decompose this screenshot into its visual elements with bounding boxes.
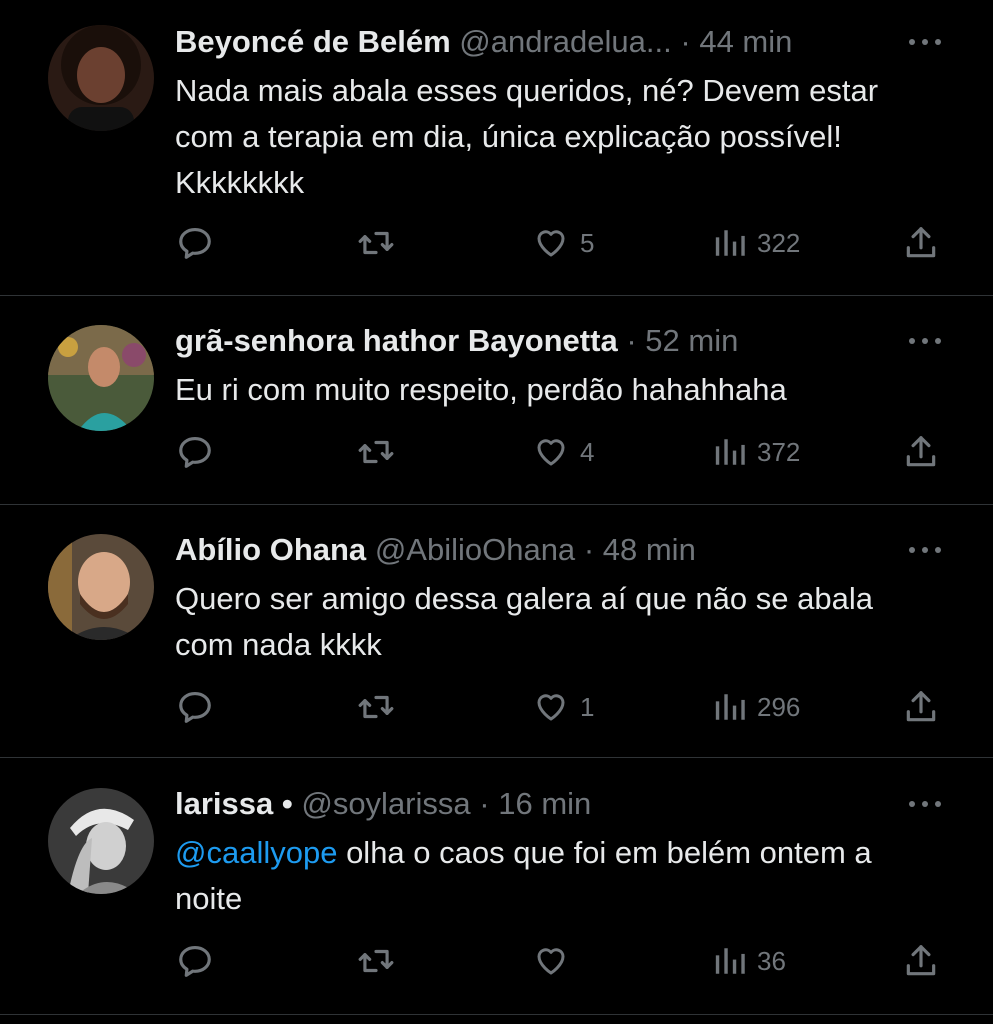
separator-dot: · [583, 532, 595, 567]
share-icon [902, 688, 940, 726]
action-bar: 5 322 [0, 218, 993, 268]
tweet-text: @caallyope olha o caos que foi em belém … [175, 830, 935, 922]
heart-icon [532, 689, 570, 725]
timestamp[interactable]: 44 min [699, 24, 792, 59]
reply-button[interactable] [176, 682, 214, 732]
share-button[interactable] [902, 218, 940, 268]
retweet-button[interactable] [356, 682, 396, 732]
like-button[interactable] [532, 936, 580, 986]
display-name[interactable]: Abílio Ohana [175, 532, 366, 567]
display-name[interactable]: Beyoncé de Belém [175, 24, 451, 59]
share-button[interactable] [902, 682, 940, 732]
more-icon [908, 546, 942, 554]
user-handle[interactable]: @AbilioOhana [375, 532, 575, 567]
avatar[interactable] [48, 788, 154, 894]
views-icon [713, 689, 747, 725]
more-button[interactable] [907, 22, 943, 62]
heart-icon [532, 943, 570, 979]
action-bar: 4 372 [0, 427, 993, 477]
tweet-header: Abílio Ohana @AbilioOhana · 48 min [175, 530, 696, 570]
retweet-button[interactable] [356, 427, 396, 477]
views-icon [713, 225, 747, 261]
more-button[interactable] [907, 784, 943, 824]
separator-dot: · [479, 786, 490, 821]
tweet-3[interactable]: Abílio Ohana @AbilioOhana · 48 min Quero… [0, 530, 993, 740]
tweet-2[interactable]: grã-senhora hathor Bayonetta · 52 min Eu… [0, 321, 993, 481]
retweet-button[interactable] [356, 218, 396, 268]
heart-icon [532, 225, 570, 261]
more-button[interactable] [907, 321, 943, 361]
tweet-1[interactable]: Beyoncé de Belém @andradelua... · 44 min… [0, 22, 993, 292]
views-count: 322 [757, 227, 801, 258]
views-button[interactable]: 36 [713, 936, 786, 986]
tweet-header: Beyoncé de Belém @andradelua... · 44 min [175, 22, 792, 62]
more-button[interactable] [907, 530, 943, 570]
like-button[interactable]: 1 [532, 682, 594, 732]
divider [0, 1014, 993, 1015]
separator-dot: · [680, 24, 691, 59]
reply-icon [176, 688, 214, 726]
more-icon [908, 337, 942, 345]
reply-icon [176, 942, 214, 980]
reply-icon [176, 433, 214, 471]
separator-dot: · [626, 323, 637, 358]
action-bar: 36 [0, 936, 993, 986]
user-handle[interactable]: @andradelua... [459, 24, 671, 59]
timestamp[interactable]: 48 min [603, 532, 696, 567]
retweet-icon [356, 433, 396, 471]
avatar[interactable] [48, 534, 154, 640]
share-icon [902, 224, 940, 262]
more-icon [908, 800, 942, 808]
reply-icon [176, 224, 214, 262]
share-icon [902, 942, 940, 980]
display-name[interactable]: grã-senhora hathor Bayonetta [175, 323, 618, 358]
views-button[interactable]: 372 [713, 427, 800, 477]
user-handle[interactable]: @soylarissa [301, 786, 470, 821]
timestamp[interactable]: 16 min [498, 786, 591, 821]
reply-button[interactable] [176, 936, 214, 986]
like-count: 4 [580, 436, 595, 467]
retweet-icon [356, 224, 396, 262]
share-icon [902, 433, 940, 471]
tweet-text: Nada mais abala esses queridos, né? Deve… [175, 73, 879, 200]
retweet-icon [356, 942, 396, 980]
avatar[interactable] [48, 325, 154, 431]
views-icon [713, 943, 747, 979]
views-button[interactable]: 322 [713, 218, 800, 268]
views-count: 36 [757, 945, 786, 976]
views-count: 372 [757, 436, 801, 467]
tweet-text: Quero ser amigo dessa galera aí que não … [175, 581, 873, 662]
divider [0, 504, 993, 505]
tweet-4[interactable]: larissa • @soylarissa · 16 min @caallyop… [0, 784, 993, 1004]
user-mention[interactable]: @caallyope [175, 835, 337, 870]
tweet-header: grã-senhora hathor Bayonetta · 52 min [175, 321, 738, 361]
reply-button[interactable] [176, 427, 214, 477]
share-button[interactable] [902, 936, 940, 986]
like-button[interactable]: 4 [532, 427, 594, 477]
retweet-icon [356, 688, 396, 726]
views-icon [713, 434, 747, 470]
views-button[interactable]: 296 [713, 682, 800, 732]
avatar[interactable] [48, 25, 154, 131]
divider [0, 295, 993, 296]
more-icon [908, 38, 942, 46]
like-count: 1 [580, 691, 595, 722]
share-button[interactable] [902, 427, 940, 477]
retweet-button[interactable] [356, 936, 396, 986]
reply-button[interactable] [176, 218, 214, 268]
tweet-header: larissa • @soylarissa · 16 min [175, 784, 591, 824]
display-name[interactable]: larissa • [175, 786, 293, 821]
action-bar: 1 296 [0, 682, 993, 732]
like-button[interactable]: 5 [532, 218, 594, 268]
views-count: 296 [757, 691, 801, 722]
tweet-text: Eu ri com muito respeito, perdão hahahha… [175, 372, 787, 407]
timestamp[interactable]: 52 min [645, 323, 738, 358]
like-count: 5 [580, 227, 595, 258]
heart-icon [532, 434, 570, 470]
divider [0, 757, 993, 758]
